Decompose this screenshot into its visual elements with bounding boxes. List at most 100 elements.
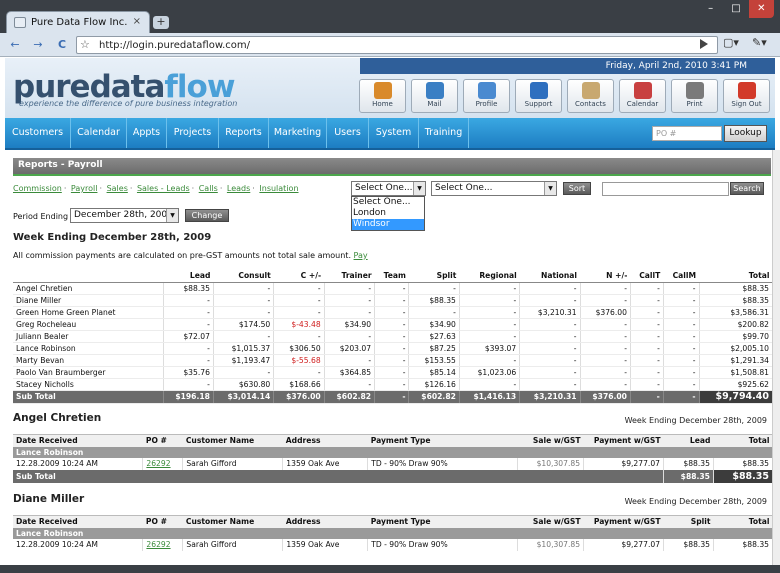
calendar-button[interactable]: Calendar [619, 79, 666, 113]
table-cell: - [273, 330, 325, 343]
close-window-button[interactable]: ✕ [748, 0, 774, 18]
group-name: Lance Robinson [13, 527, 773, 539]
home-button[interactable]: Home [359, 79, 406, 113]
table-cell: - [630, 378, 664, 391]
sign-out-button[interactable]: Sign Out [723, 79, 770, 113]
detail-header-row: Date Received PO # Customer Name Address Pay… [13, 515, 773, 528]
nav-customers[interactable]: Customers [5, 118, 71, 148]
link-sales[interactable]: Sales [107, 184, 128, 193]
payroll-body: Angel Chretien $88.35- - - - - - - - - - $88.35 Dian… [13, 282, 774, 404]
table-row: 12.28.2009 10:24 AM 26292 Sarah Gifford 135… [13, 457, 774, 470]
employee-name: Greg Rocheleau [13, 318, 164, 331]
table-cell: $1,193.47 [213, 354, 275, 367]
table-cell: - [663, 294, 700, 307]
employee-name: Green Home Green Planet [13, 306, 164, 319]
column-header: Lead [163, 269, 214, 283]
go-icon[interactable] [700, 39, 708, 49]
forward-arrow-icon[interactable]: → [30, 37, 46, 53]
minimize-button[interactable]: – [698, 0, 723, 18]
url-text[interactable]: http://login.puredataflow.com/ [99, 40, 250, 51]
nav-marketing[interactable]: Marketing [269, 118, 327, 148]
table-cell: $3,210.31 [519, 306, 581, 319]
search-button[interactable]: Search [730, 182, 764, 195]
link-commission[interactable]: Commission [13, 184, 62, 193]
table-row: Angel Chretien $88.35- - - - - - - - - - $88.35 [13, 282, 774, 295]
table-cell: - [374, 342, 410, 355]
period-ending-select[interactable]: December 28th, 2009 ▼ [70, 208, 179, 223]
table-cell: - [374, 306, 410, 319]
column-header: National [519, 269, 581, 283]
link-sales-leads[interactable]: Sales - Leads [137, 184, 190, 193]
link-calls[interactable]: Calls [199, 184, 218, 193]
search-input[interactable] [602, 182, 729, 196]
reload-icon[interactable]: C [54, 37, 70, 53]
nav-reports[interactable]: Reports [219, 118, 269, 148]
new-tab-button[interactable]: + [153, 16, 169, 29]
title-underline [13, 174, 771, 176]
print-button[interactable]: Print [671, 79, 718, 113]
secondary-select[interactable]: Select One... ▼ [431, 181, 557, 196]
table-cell: - [163, 306, 214, 319]
link-insulation[interactable]: Insulation [259, 184, 298, 193]
sort-button[interactable]: Sort [563, 182, 591, 195]
po-link[interactable]: 26292 [142, 457, 184, 470]
table-cell: $34.90 [408, 318, 460, 331]
report-content: Reports - Payroll Commission · Payroll · S… [5, 150, 775, 565]
nav-users[interactable]: Users [327, 118, 369, 148]
support-button[interactable]: Support [515, 79, 562, 113]
browser-tab[interactable]: Pure Data Flow Inc. × [6, 11, 150, 33]
option-windsor[interactable]: Windsor [352, 219, 424, 230]
nav-calendar[interactable]: Calendar [71, 118, 127, 148]
page-scrollbar[interactable] [772, 150, 780, 565]
table-cell: - [519, 366, 581, 379]
link-leads[interactable]: Leads [227, 184, 250, 193]
change-button[interactable]: Change [185, 209, 229, 222]
back-arrow-icon[interactable]: ← [7, 37, 23, 53]
report-type-links: Commission · Payroll · Sales · Sales - Lead… [13, 184, 299, 193]
table-cell: - [273, 306, 325, 319]
profile-button[interactable]: Profile [463, 79, 510, 113]
question-icon [529, 82, 548, 99]
star-icon[interactable]: ☆ [80, 38, 90, 51]
tab-title: Pure Data Flow Inc. [31, 17, 128, 28]
subtotal-cell: $9,794.40 [699, 390, 774, 404]
mail-button[interactable]: Mail [411, 79, 458, 113]
address-bar[interactable]: ☆ http://login.puredataflow.com/ [76, 36, 718, 54]
table-cell: - [630, 282, 664, 295]
table-cell: $174.50 [213, 318, 275, 331]
link-payroll[interactable]: Payroll [71, 184, 98, 193]
table-cell: Sarah Gifford [182, 457, 284, 470]
pay-link[interactable]: Pay [354, 251, 368, 260]
detail-table-diane-miller: Date Received PO # Customer Name Address Pay… [13, 515, 774, 551]
option-london[interactable]: London [352, 208, 424, 219]
nav-appts[interactable]: Appts [127, 118, 167, 148]
window-controls: – □ ✕ [698, 0, 774, 18]
table-cell: $34.90 [324, 318, 376, 331]
lookup-button[interactable]: Lookup [724, 125, 767, 142]
subtotal-total: $88.35 [713, 469, 774, 483]
table-cell: - [374, 294, 410, 307]
wrench-icon[interactable]: ✎▾ [752, 36, 767, 49]
option-select-one[interactable]: Select One... [352, 197, 424, 208]
subtotal-row: Sub Total $88.35 $88.35 [13, 469, 774, 483]
location-select[interactable]: Select One... ▼ [351, 181, 426, 196]
page-menu-icon[interactable]: ▢▾ [723, 36, 739, 49]
column-header: Address [282, 515, 368, 528]
datetime: Friday, April 2nd, 2010 3:41 PM [360, 58, 775, 74]
nav-projects[interactable]: Projects [167, 118, 219, 148]
table-cell: - [374, 318, 410, 331]
table-cell: $88.35 [163, 282, 214, 295]
table-row: Diane Miller - - - - - $88.35- - - - - $88.35 [13, 294, 774, 307]
nav-system[interactable]: System [369, 118, 419, 148]
contacts-button[interactable]: Contacts [567, 79, 614, 113]
subtotal-cell: $376.00 [580, 390, 631, 404]
table-cell: $203.07 [324, 342, 376, 355]
maximize-button[interactable]: □ [723, 0, 748, 18]
nav-training[interactable]: Training [419, 118, 469, 148]
po-number-input[interactable]: PO # [652, 126, 722, 141]
subtotal-cell: $3,210.31 [519, 390, 581, 404]
table-cell: - [374, 330, 410, 343]
tab-close-icon[interactable]: × [133, 16, 141, 27]
table-cell: $88.35 [699, 294, 774, 307]
po-link[interactable]: 26292 [142, 538, 184, 551]
